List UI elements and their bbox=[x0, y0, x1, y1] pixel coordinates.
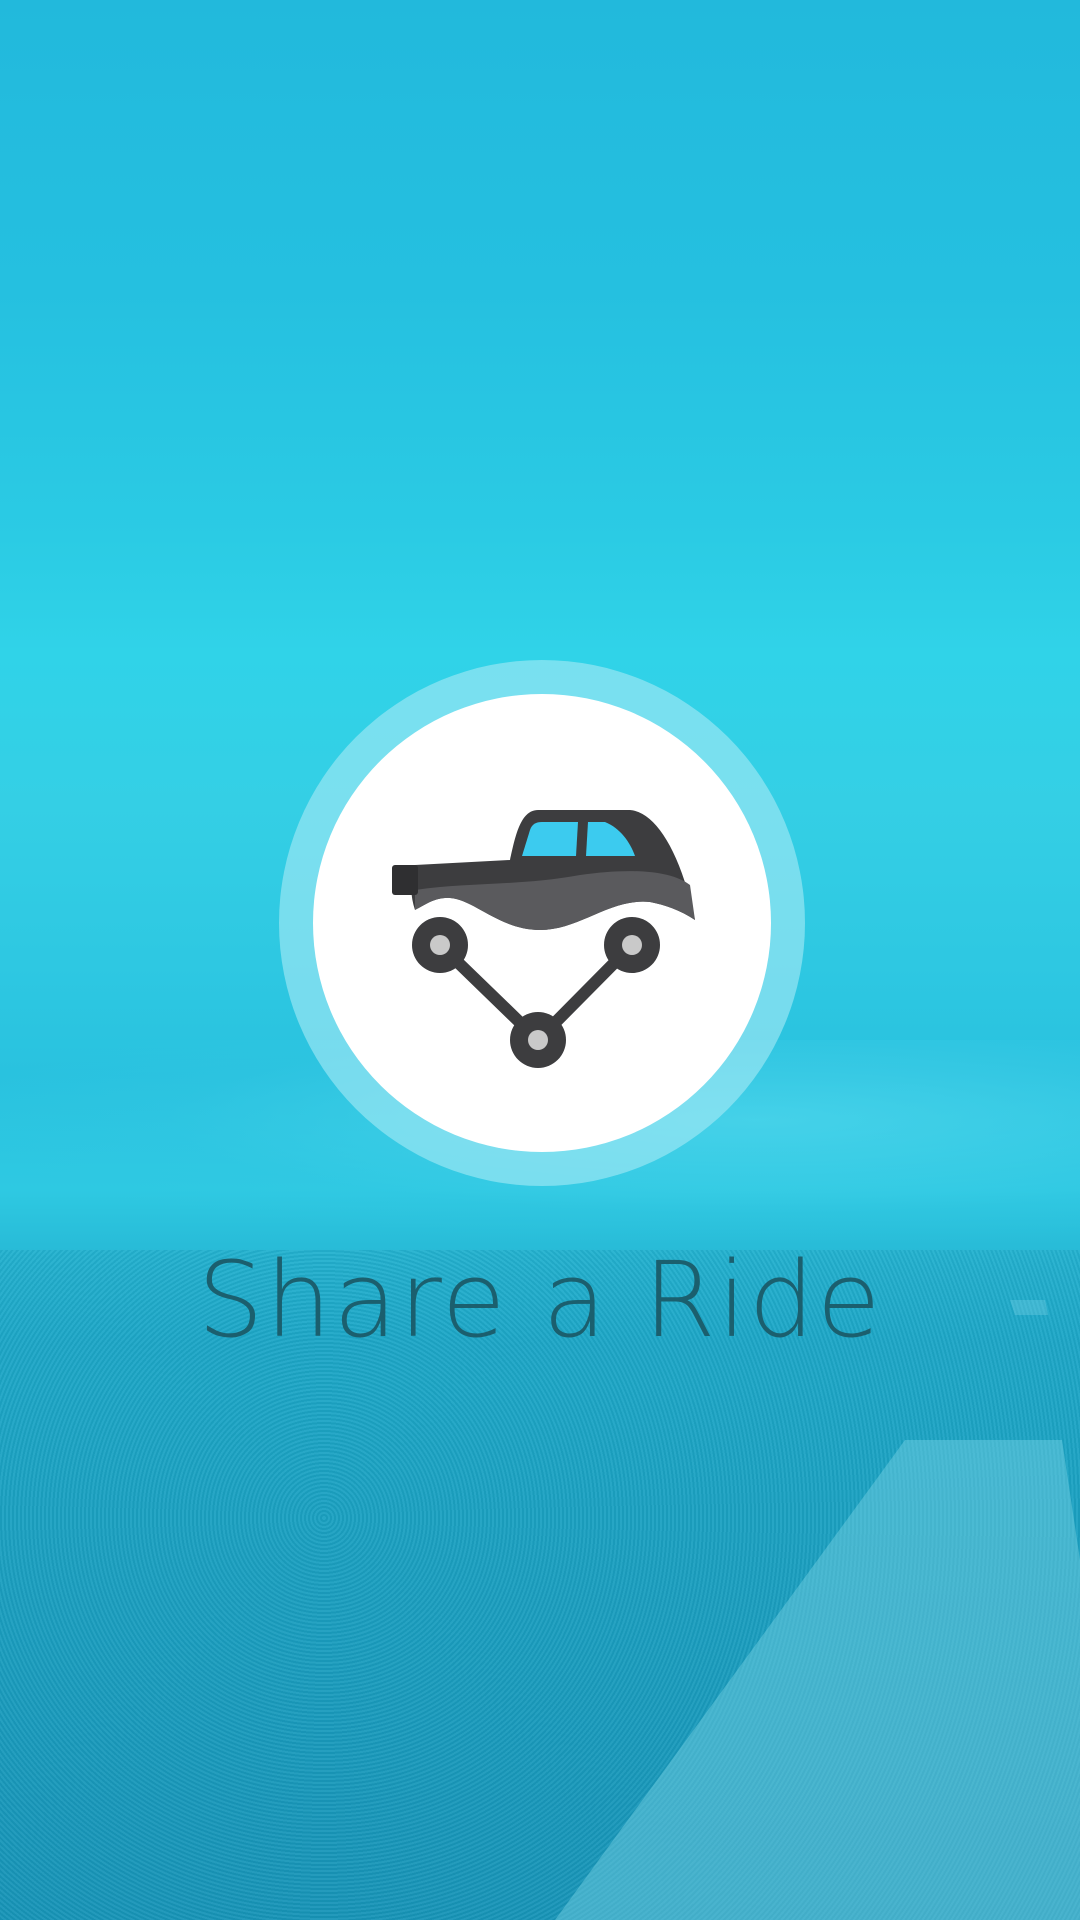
splash-screen: Share a Ride bbox=[0, 0, 1080, 1920]
app-name-title: Share a Ride bbox=[197, 1239, 883, 1361]
car-share-icon bbox=[392, 810, 695, 1068]
